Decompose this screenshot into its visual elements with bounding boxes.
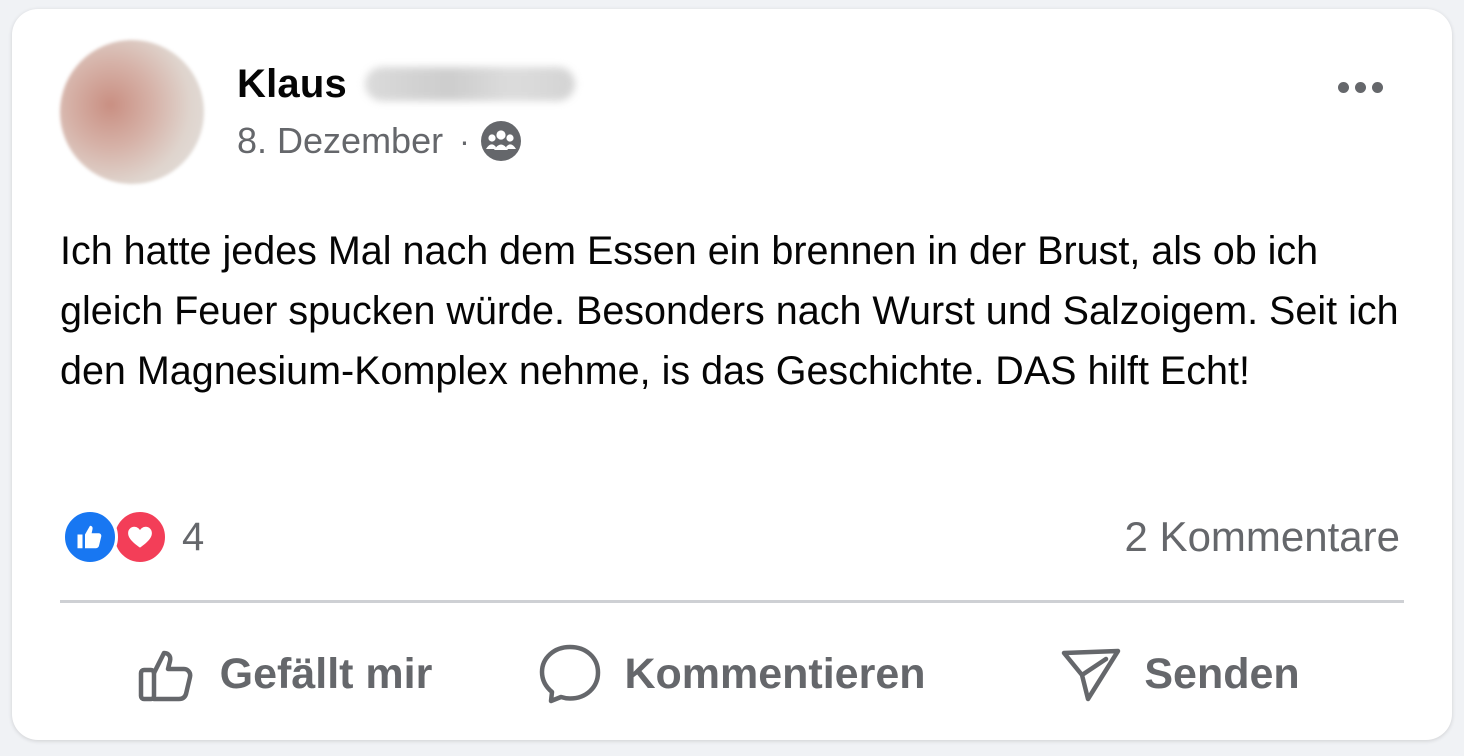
reactions-count[interactable]: 4 bbox=[182, 515, 204, 560]
love-reaction-icon bbox=[112, 509, 168, 565]
comment-button[interactable]: Kommentieren bbox=[508, 634, 956, 714]
like-reaction-icon bbox=[62, 509, 118, 565]
more-options-button[interactable] bbox=[1330, 67, 1390, 107]
action-bar: Gefällt mir Kommentieren Senden bbox=[60, 634, 1404, 714]
thumbs-up-icon bbox=[138, 650, 193, 702]
send-button-label: Senden bbox=[1144, 649, 1300, 698]
group-icon[interactable] bbox=[480, 120, 522, 162]
post-date[interactable]: 8. Dezember bbox=[237, 120, 443, 162]
comment-button-label: Kommentieren bbox=[624, 649, 926, 698]
post-card: Klaus 8. Dezember · Ich hatte jedes Mal … bbox=[12, 9, 1452, 740]
speech-bubble-icon bbox=[540, 644, 601, 704]
send-icon bbox=[1062, 648, 1121, 702]
more-horizontal-icon bbox=[1337, 81, 1349, 93]
more-dot bbox=[1371, 81, 1383, 93]
post-text: Ich hatte jedes Mal nach dem Essen ein b… bbox=[60, 229, 1399, 393]
meta-separator: · bbox=[459, 122, 470, 159]
divider bbox=[60, 600, 1404, 603]
avatar[interactable] bbox=[60, 40, 204, 184]
blurred-last-name bbox=[364, 67, 575, 101]
like-button[interactable]: Gefällt mir bbox=[60, 634, 508, 714]
post-author[interactable]: Klaus bbox=[237, 60, 575, 108]
comments-count-link[interactable]: 2 Kommentare bbox=[1125, 511, 1400, 563]
more-dot bbox=[1354, 81, 1366, 93]
author-name[interactable]: Klaus bbox=[237, 62, 347, 107]
send-button[interactable]: Senden bbox=[956, 634, 1404, 714]
post-meta: 8. Dezember · bbox=[237, 117, 522, 165]
reactions-summary[interactable]: 4 bbox=[62, 509, 204, 565]
like-button-label: Gefällt mir bbox=[219, 649, 433, 698]
